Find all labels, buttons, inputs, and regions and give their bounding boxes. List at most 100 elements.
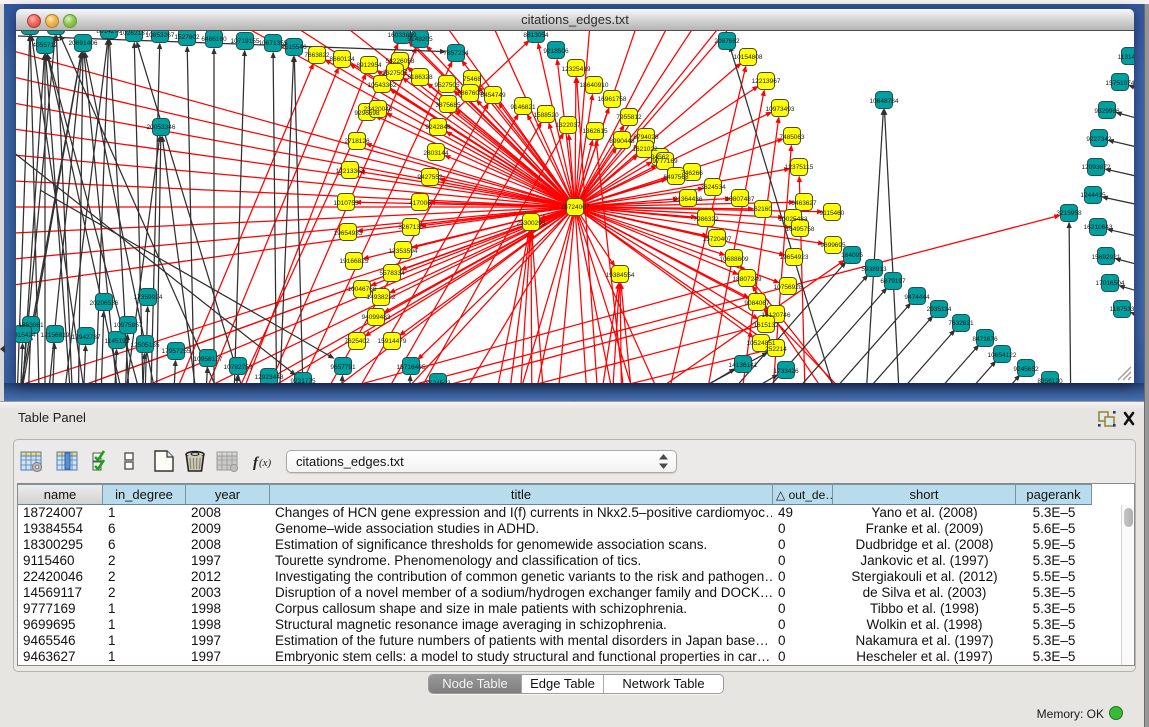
svg-text:6497568: 6497568 [663, 174, 689, 181]
svg-text:1244415: 1244415 [1080, 192, 1106, 199]
svg-text:8471676: 8471676 [972, 336, 998, 343]
svg-text:9699695: 9699695 [820, 242, 846, 249]
svg-text:12353594: 12353594 [389, 248, 418, 255]
svg-text:20691406: 20691406 [69, 40, 98, 47]
svg-text:18807249: 18807249 [733, 276, 762, 283]
svg-text:2087682: 2087682 [714, 38, 740, 45]
svg-text:10958127: 10958127 [194, 356, 223, 363]
svg-text:9227342: 9227342 [1086, 136, 1112, 143]
svg-text:10975857: 10975857 [114, 322, 143, 329]
svg-text:9146821: 9146821 [510, 104, 536, 111]
svg-text:9527505: 9527505 [434, 82, 460, 89]
svg-text:10648784: 10648784 [870, 98, 899, 105]
svg-text:6794028: 6794028 [633, 134, 659, 141]
svg-text:16210643: 16210643 [1084, 224, 1113, 231]
svg-text:1527602: 1527602 [174, 34, 200, 41]
svg-text:16961758: 16961758 [598, 96, 627, 103]
svg-text:9084067: 9084067 [744, 300, 770, 307]
svg-text:8990448: 8990448 [609, 138, 635, 145]
svg-text:7986322: 7986322 [693, 216, 719, 223]
svg-text:9231775: 9231775 [290, 378, 316, 383]
svg-text:19654923: 19654923 [780, 254, 809, 261]
svg-text:10046766: 10046766 [348, 286, 377, 293]
svg-text:10782759: 10782759 [224, 364, 253, 371]
svg-text:15692921: 15692921 [1092, 254, 1121, 261]
svg-text:10262137: 10262137 [120, 31, 149, 37]
svg-text:8660124: 8660124 [329, 56, 355, 63]
svg-text:8124503: 8124503 [425, 380, 451, 383]
svg-text:12923448: 12923448 [255, 374, 284, 381]
svg-text:15716485: 15716485 [397, 364, 426, 371]
svg-text:19384554: 19384554 [606, 272, 635, 279]
svg-text:3215958: 3215958 [1056, 210, 1082, 217]
svg-text:2718126: 2718126 [344, 138, 370, 145]
svg-text:3624534: 3624534 [700, 184, 726, 191]
svg-text:5938913: 5938913 [861, 266, 887, 273]
svg-text:(x): (x) [259, 457, 272, 469]
svg-text:8454749: 8454749 [480, 92, 506, 99]
svg-text:8914276: 8914276 [96, 31, 122, 35]
svg-text:2803144: 2803144 [423, 150, 449, 157]
svg-text:15914479: 15914479 [378, 338, 407, 345]
svg-text:10853267: 10853267 [146, 32, 175, 39]
svg-text:1853061: 1853061 [18, 322, 44, 329]
svg-text:17016504: 17016504 [1096, 280, 1125, 287]
svg-text:10654122: 10654122 [988, 352, 1017, 359]
svg-text:21364436: 21364436 [674, 196, 703, 203]
svg-text:9245652: 9245652 [1013, 366, 1039, 373]
svg-text:164095: 164095 [841, 252, 863, 259]
svg-text:7625402: 7625402 [344, 338, 370, 345]
svg-text:9242848: 9242848 [425, 124, 451, 131]
svg-text:10807487: 10807487 [726, 196, 755, 203]
svg-text:9657791: 9657791 [330, 364, 356, 371]
svg-text:1145193: 1145193 [105, 338, 130, 345]
svg-text:10543362: 10543362 [368, 82, 397, 89]
svg-text:23420046: 23420046 [364, 106, 393, 113]
svg-text:20053346: 20053346 [147, 124, 176, 131]
svg-text:19166825: 19166825 [340, 258, 369, 265]
svg-text:7632621: 7632621 [948, 320, 974, 327]
svg-text:62160: 62160 [754, 206, 772, 213]
svg-text:4055712: 4055712 [32, 42, 58, 49]
svg-text:6879197: 6879197 [880, 278, 906, 285]
svg-text:9327505: 9327505 [382, 70, 408, 77]
svg-text:7515546: 7515546 [281, 44, 307, 51]
svg-text:9218506: 9218506 [543, 48, 569, 55]
svg-text:9463627: 9463627 [791, 200, 817, 207]
svg-text:14136141: 14136141 [729, 362, 758, 369]
svg-text:10756928: 10756928 [774, 284, 803, 291]
svg-text:3915424: 3915424 [16, 332, 36, 339]
svg-text:10154808: 10154808 [734, 54, 763, 61]
svg-text:8912954: 8912954 [356, 62, 382, 69]
svg-text:9777169: 9777169 [652, 158, 678, 165]
svg-text:15751074: 15751074 [1106, 80, 1134, 87]
svg-text:10973493: 10973493 [766, 106, 795, 113]
svg-text:7663822: 7663822 [304, 52, 330, 59]
svg-text:12156819: 12156819 [41, 332, 70, 339]
svg-text:25300293: 25300293 [517, 220, 546, 227]
svg-text:1621022: 1621022 [632, 146, 658, 153]
svg-text:3875685: 3875685 [435, 102, 461, 109]
svg-text:12375115: 12375115 [785, 164, 814, 171]
svg-text:1131425: 1131425 [1118, 54, 1134, 61]
svg-text:18724007: 18724007 [561, 204, 590, 211]
svg-text:12325419: 12325419 [562, 66, 591, 73]
svg-text:8356120: 8356120 [1037, 378, 1063, 383]
svg-text:9115460: 9115460 [820, 210, 845, 217]
svg-text:17957255: 17957255 [162, 348, 191, 355]
svg-text:1362615: 1362615 [582, 128, 608, 135]
svg-text:9148205: 9148205 [407, 36, 433, 43]
svg-text:1588520: 1588520 [533, 112, 559, 119]
svg-text:16495758: 16495758 [786, 226, 815, 233]
svg-text:17359924: 17359924 [134, 294, 163, 301]
svg-text:18640910: 18640910 [580, 82, 609, 89]
svg-text:1187533: 1187533 [1110, 306, 1134, 313]
svg-text:53226058: 53226058 [386, 58, 415, 65]
svg-text:1010755: 1010755 [333, 200, 359, 207]
svg-text:1322037: 1322037 [555, 122, 581, 129]
svg-text:7955812: 7955812 [616, 114, 642, 121]
svg-text:19654933: 19654933 [334, 230, 363, 237]
svg-text:12505135: 12505135 [131, 342, 160, 349]
svg-text:75468: 75468 [463, 76, 481, 83]
svg-text:10025433: 10025433 [779, 216, 808, 223]
